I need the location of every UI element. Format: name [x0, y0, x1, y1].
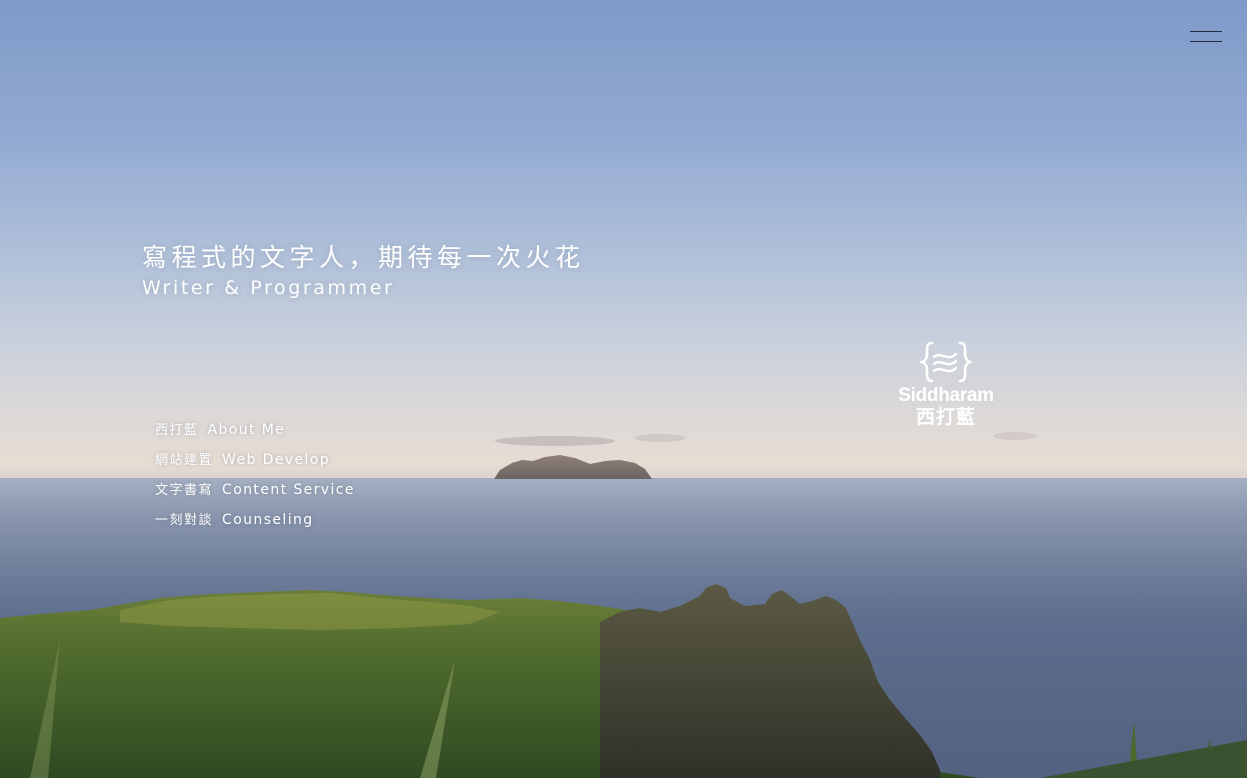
- nav-item-web-develop[interactable]: 網站建置 Web Develop: [155, 448, 355, 478]
- site-logo[interactable]: Siddharam 西打藍: [890, 340, 1002, 440]
- nav-item-label-en: Content Service: [222, 482, 355, 498]
- landscape-illustration: [0, 432, 1247, 778]
- tagline-zh: 寫程式的文字人，期待每一次火花: [142, 243, 585, 272]
- island: [494, 455, 652, 479]
- nav-item-counseling[interactable]: 一刻對談 Counseling: [155, 508, 355, 538]
- rocky-cliff: [600, 584, 940, 778]
- nav-item-label-en: Counseling: [222, 512, 314, 528]
- nav-item-label-zh: 網站建置: [155, 453, 214, 468]
- nav-item-label-zh: 一刻對談: [155, 513, 214, 528]
- menu-bar-top: [1190, 31, 1222, 32]
- curly-braces-wave-icon: [920, 341, 972, 383]
- nav-item-content-service[interactable]: 文字書寫 Content Service: [155, 478, 355, 508]
- distant-cloud: [634, 434, 686, 442]
- logo-name-en: Siddharam: [898, 385, 994, 406]
- nav-item-about-me[interactable]: 西打藍 About Me: [155, 418, 355, 448]
- nav-item-label-zh: 西打藍: [155, 423, 199, 438]
- logo-name-zh: 西打藍: [915, 406, 976, 428]
- distant-cloud: [495, 436, 615, 446]
- hero-section: 寫程式的文字人，期待每一次火花 Writer & Programmer 西打藍 A…: [0, 0, 1247, 778]
- tagline-en: Writer & Programmer: [142, 277, 395, 299]
- nav-item-label-en: Web Develop: [222, 452, 331, 468]
- hamburger-menu-icon[interactable]: [1190, 28, 1224, 46]
- menu-bar-bottom: [1190, 41, 1222, 42]
- nav-item-label-zh: 文字書寫: [155, 483, 214, 498]
- shore-vegetation: [1040, 740, 1247, 778]
- main-nav: 西打藍 About Me 網站建置 Web Develop 文字書寫 Content …: [155, 418, 355, 538]
- nav-item-label-en: About Me: [207, 422, 286, 438]
